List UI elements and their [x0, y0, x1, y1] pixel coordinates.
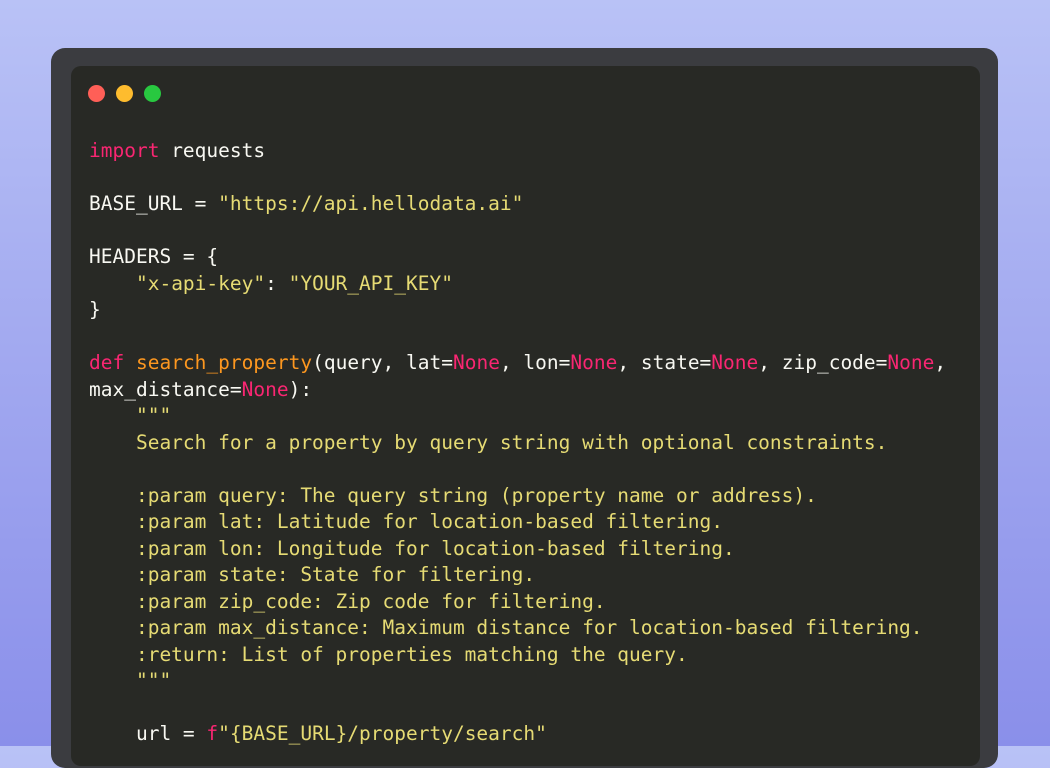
code-token: search_property — [135, 351, 313, 374]
code-line: :param state: State for filtering. — [89, 562, 946, 589]
code-token: "https://api.hellodata.ai" — [218, 192, 524, 215]
code-line: :param zip_code: Zip code for filtering. — [89, 589, 946, 616]
code-token: HEADERS = { — [89, 245, 219, 268]
code-token: """ — [89, 404, 172, 427]
window-controls — [88, 85, 161, 102]
code-token: import — [89, 139, 160, 162]
code-token: url = — [89, 722, 207, 745]
code-token: requests — [159, 139, 266, 162]
code-block: import requests BASE_URL = "https://api.… — [89, 138, 946, 748]
code-token: None — [452, 351, 500, 374]
code-token: None — [570, 351, 618, 374]
close-dot-icon[interactable] — [88, 85, 105, 102]
maximize-dot-icon[interactable] — [144, 85, 161, 102]
code-line: max_distance=None): — [89, 377, 946, 404]
code-line: :param lon: Longitude for location-based… — [89, 536, 946, 563]
code-token: ): — [288, 377, 313, 401]
code-token: , state= — [617, 351, 712, 374]
code-token: None — [241, 377, 289, 401]
code-token: :param zip_code: Zip code for filtering. — [89, 589, 606, 613]
minimize-dot-icon[interactable] — [116, 85, 133, 102]
code-token: Search for a property by query string wi… — [89, 430, 888, 454]
code-token: , lon= — [499, 351, 571, 374]
code-token: , — [934, 351, 947, 374]
code-token: :param state: State for filtering. — [89, 563, 536, 586]
code-token: :param lon: Longitude for location-based… — [89, 536, 735, 560]
code-line: :param query: The query string (property… — [89, 483, 946, 510]
code-token: BASE_URL = — [89, 192, 219, 215]
code-line: Search for a property by query string wi… — [89, 430, 946, 457]
code-token: :param lat: Latitude for location-based … — [89, 510, 723, 533]
code-line: BASE_URL = "https://api.hellodata.ai" — [89, 191, 946, 218]
code-line: """ — [89, 403, 946, 430]
code-token: max_distance= — [89, 377, 242, 401]
code-token: "{BASE_URL}/property/search" — [218, 722, 547, 745]
code-token: """ — [89, 669, 172, 692]
code-token: : — [265, 271, 289, 295]
code-line: url = f"{BASE_URL}/property/search" — [89, 721, 946, 748]
code-token: "YOUR_API_KEY" — [288, 271, 453, 295]
code-token: def — [89, 351, 125, 374]
code-window: import requests BASE_URL = "https://api.… — [71, 66, 980, 766]
code-line: :param max_distance: Maximum distance fo… — [89, 615, 946, 642]
code-token: None — [711, 351, 759, 374]
code-token: None — [887, 351, 935, 374]
code-line: :param lat: Latitude for location-based … — [89, 509, 946, 536]
code-line: :return: List of properties matching the… — [89, 642, 946, 669]
code-line: def search_property(query, lat=None, lon… — [89, 350, 946, 377]
code-token: :param max_distance: Maximum distance fo… — [89, 616, 923, 639]
code-token: , zip_code= — [758, 351, 888, 374]
code-line: """ — [89, 668, 946, 695]
code-line: "x-api-key": "YOUR_API_KEY" — [89, 271, 946, 298]
code-token: :param query: The query string (property… — [89, 483, 817, 507]
code-token: (query, lat= — [312, 351, 453, 374]
code-token: } — [89, 298, 101, 321]
code-token: "x-api-key" — [135, 271, 266, 295]
code-line: HEADERS = { — [89, 244, 946, 271]
code-token: :return: List of properties matching the… — [89, 642, 688, 666]
code-token: f — [206, 722, 219, 745]
code-line: import requests — [89, 138, 946, 165]
code-line: } — [89, 297, 946, 324]
